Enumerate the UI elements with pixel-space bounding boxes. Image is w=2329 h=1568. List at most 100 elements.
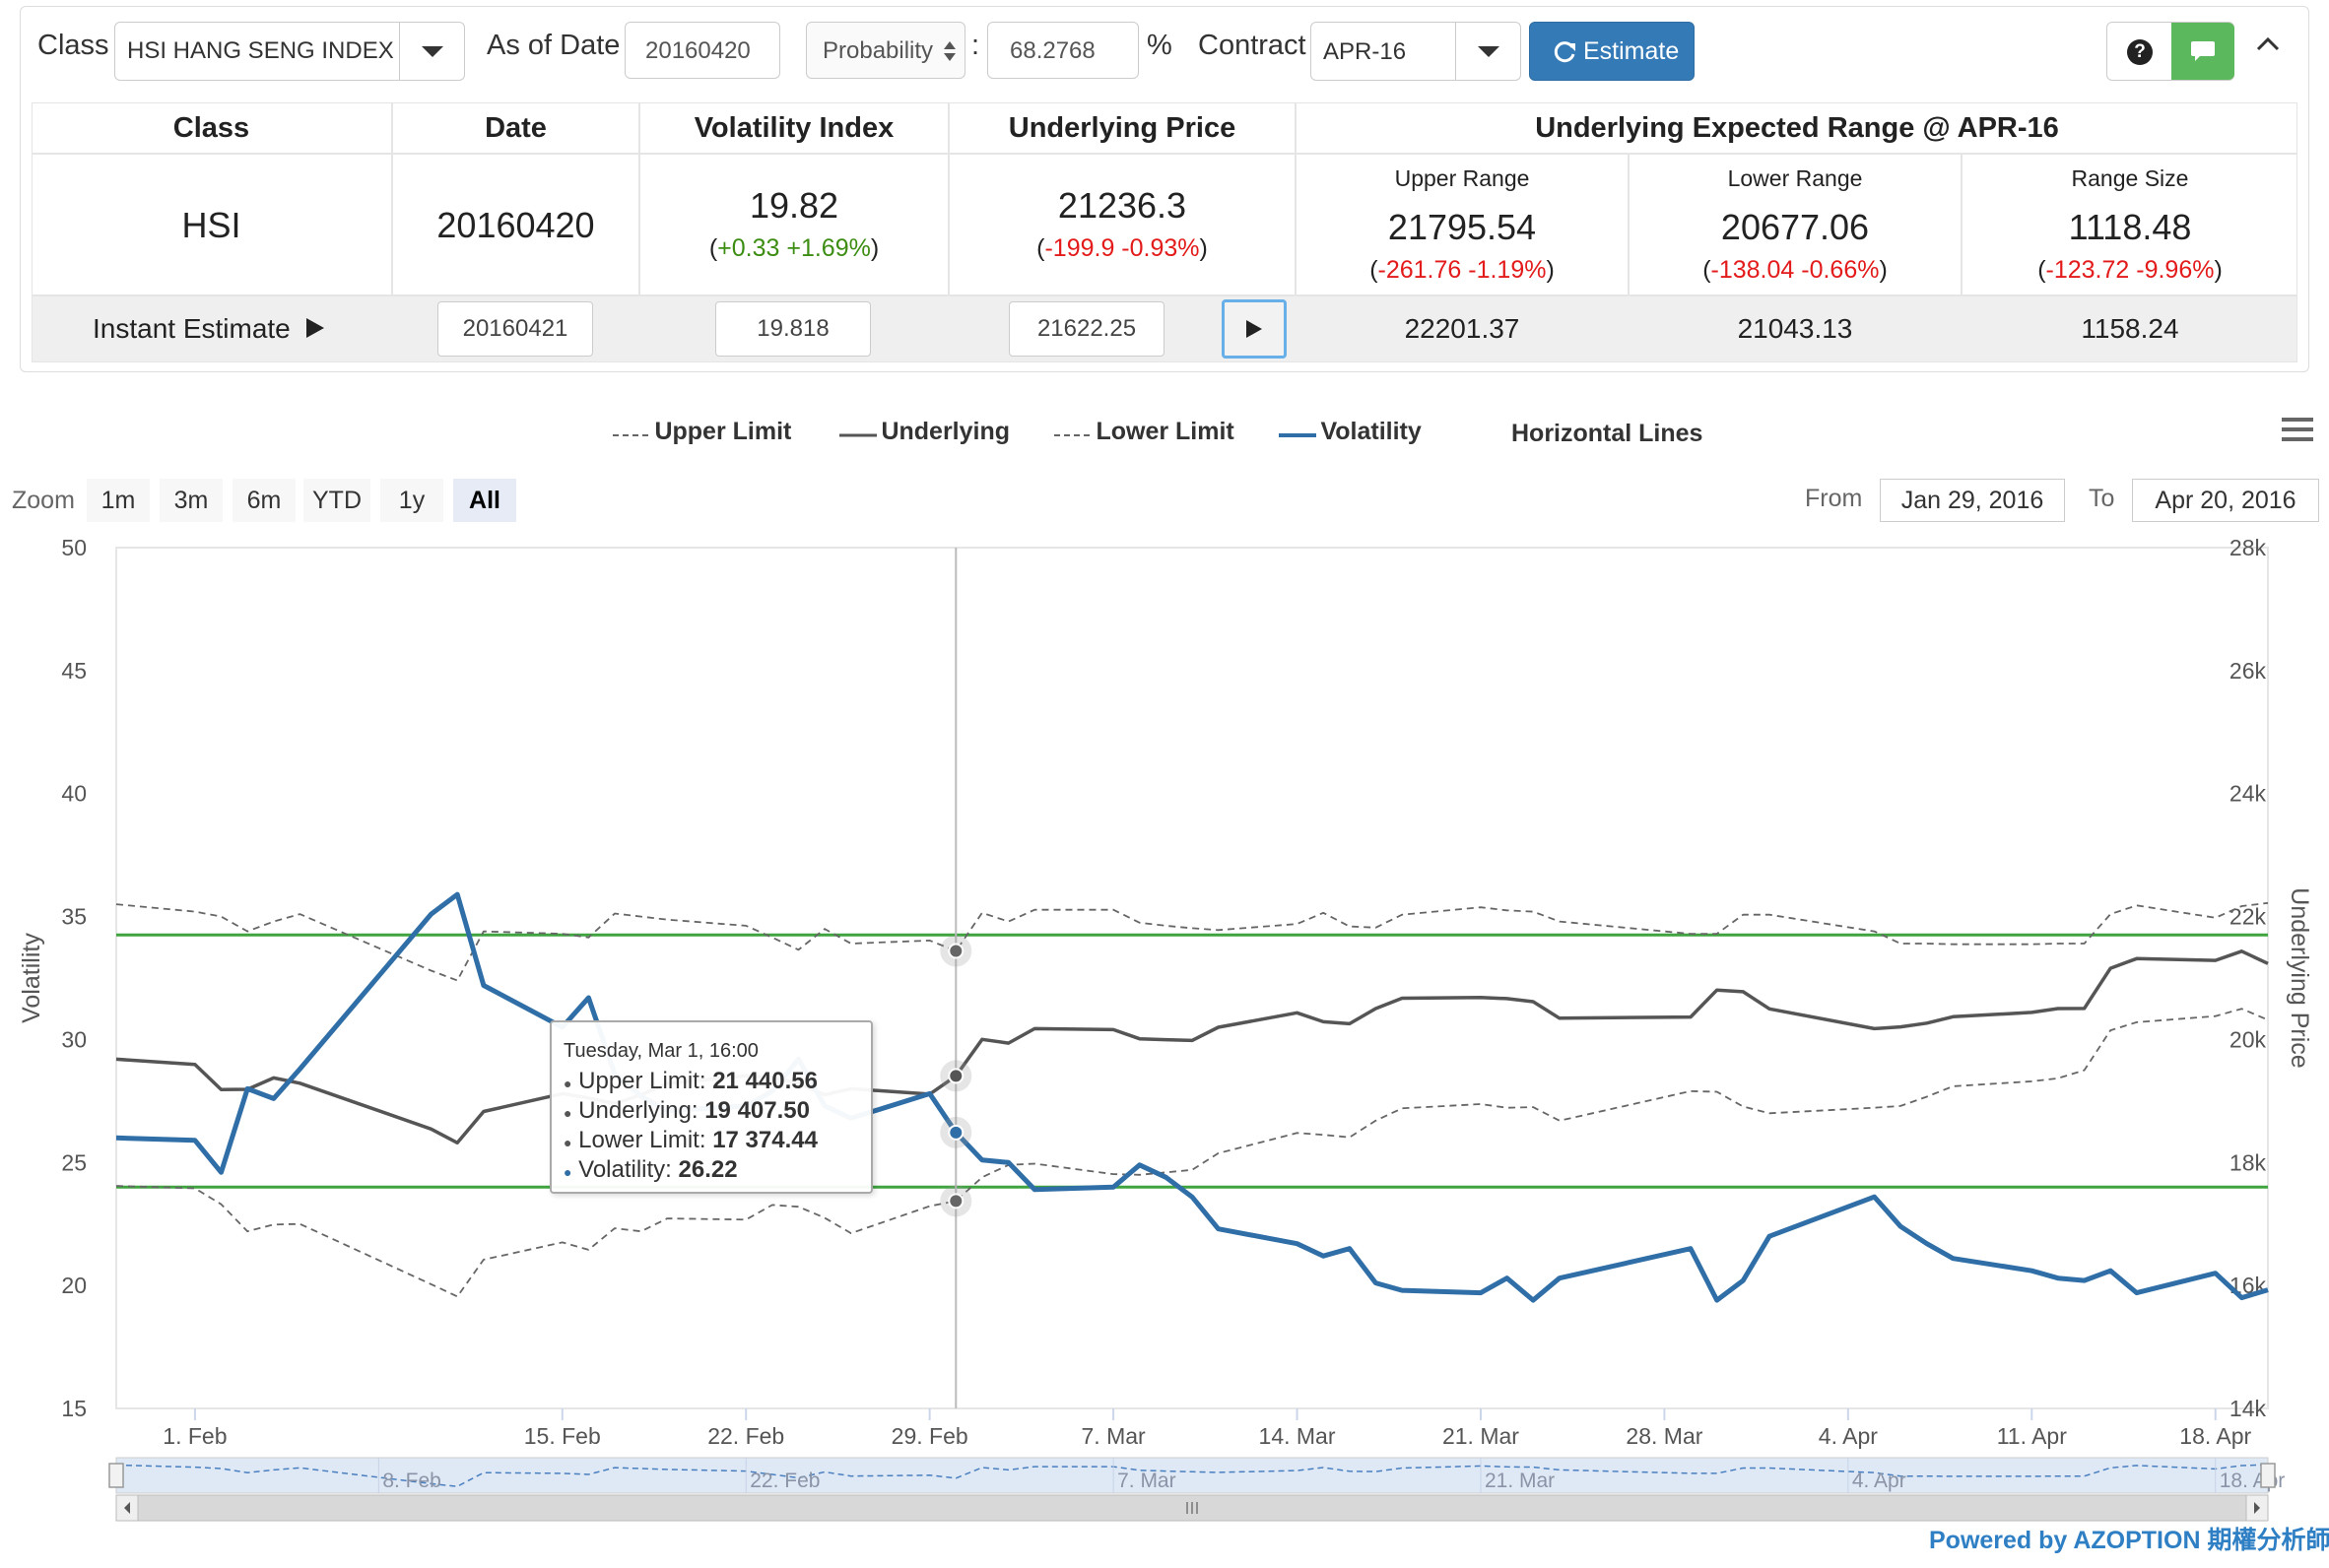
probability-value: 68.2768: [1010, 37, 1096, 64]
tooltip-row-lower: ● Lower Limit: 17 374.44: [564, 1127, 818, 1153]
y-left-tick-label: 20: [61, 1273, 87, 1298]
chat-button[interactable]: [2171, 23, 2234, 80]
caret-down-icon: [422, 46, 443, 57]
range-size-value: 1118.48: [2068, 207, 2192, 247]
to-label: To: [2089, 485, 2115, 512]
x-tick-label: 11. Apr: [1997, 1423, 2068, 1449]
help-button[interactable]: ?: [2108, 24, 2171, 79]
col-header-underlying: Underlying Price: [1008, 112, 1236, 144]
zoom-1y-button[interactable]: 1y: [380, 479, 443, 522]
class-select[interactable]: HSI HANG SENG INDEX: [114, 22, 465, 81]
volatility-value: 19.82: [749, 185, 839, 226]
table-divider: [32, 153, 2297, 155]
instant-lower-range: 21043.13: [1737, 313, 1853, 344]
estimate-button[interactable]: Estimate: [1529, 22, 1695, 81]
hover-marker: [948, 1068, 965, 1084]
y-right-tick-label: 26k: [2229, 658, 2267, 684]
date-cell: 20160420: [436, 205, 595, 245]
table-divider: [32, 294, 2297, 296]
class-dropdown-button[interactable]: [399, 23, 465, 80]
instant-volatility-input[interactable]: 19.818: [715, 301, 871, 357]
y-left-tick-label: 35: [61, 904, 87, 930]
caret-down-icon: [1478, 46, 1499, 57]
legend-horizontal-lines[interactable]: Horizontal Lines: [1511, 420, 1702, 448]
powered-by-footer[interactable]: Powered by AZOPTION 期權分析師: [1929, 1521, 2329, 1556]
upper-range-change: (-261.76 -1.19%): [1369, 256, 1555, 284]
speech-bubble-icon: [2191, 41, 2215, 61]
menu-icon[interactable]: [2280, 416, 2315, 443]
as-of-date-value: 20160420: [645, 37, 751, 64]
to-date-input[interactable]: Apr 20, 2016: [2132, 479, 2319, 522]
probability-input[interactable]: 68.2768: [987, 22, 1139, 79]
percent-label: %: [1147, 30, 1172, 61]
zoom-ytd-button[interactable]: YTD: [303, 479, 370, 522]
x-tick-label: 4. Apr: [1819, 1423, 1878, 1449]
hover-marker: [948, 1193, 965, 1209]
x-tick-label: 7. Mar: [1082, 1423, 1147, 1449]
as-of-date-input[interactable]: 20160420: [625, 22, 780, 79]
instant-estimate-label: Instant Estimate: [93, 313, 326, 345]
zoom-all-button[interactable]: All: [453, 479, 516, 522]
navigator-handle: [108, 1463, 124, 1488]
instant-estimate-run-button[interactable]: [1222, 299, 1287, 359]
lower-range-change: (-138.04 -0.66%): [1702, 256, 1888, 284]
x-tick-label: 14. Mar: [1259, 1423, 1336, 1449]
navigator-tick-label: 4. Apr: [1852, 1470, 1906, 1492]
y-right-tick-label: 24k: [2229, 781, 2267, 807]
legend-upper-limit[interactable]: Upper Limit: [613, 418, 791, 446]
probability-select[interactable]: Probability: [806, 22, 965, 79]
legend-lower-limit[interactable]: Lower Limit: [1054, 418, 1234, 446]
volatility-chart[interactable]: 152025303540455014k16k18k20k22k24k26k28k…: [0, 532, 2329, 1527]
estimate-button-label: Estimate: [1583, 37, 1680, 65]
legend-underlying[interactable]: Underlying: [839, 418, 1010, 446]
zoom-3m-button[interactable]: 3m: [160, 479, 223, 522]
range-size-label: Range Size: [2071, 165, 2189, 191]
navigator-tick-label: 7. Mar: [1117, 1470, 1176, 1492]
as-of-date-label: As of Date: [487, 30, 621, 61]
dashed-line-icon: [613, 433, 650, 436]
tooltip-row-volatility: ● Volatility: 26.22: [564, 1156, 738, 1183]
range-size-change: (-123.72 -9.96%): [2037, 256, 2223, 284]
contract-dropdown-button[interactable]: [1455, 23, 1521, 80]
volatility-change: (+0.33 +1.69%): [708, 234, 880, 262]
y-left-tick-label: 15: [61, 1396, 87, 1421]
y-right-tick-label: 28k: [2229, 535, 2267, 560]
tooltip-row-underlying: ● Underlying: 19 407.50: [564, 1097, 810, 1124]
class-label: Class: [37, 30, 109, 61]
contract-select-value: APR-16: [1323, 38, 1407, 65]
series-upper-limit: [115, 901, 2269, 982]
legend-volatility[interactable]: Volatility: [1279, 418, 1422, 446]
solid-line-icon: [839, 433, 877, 437]
x-tick-label: 1. Feb: [163, 1423, 227, 1449]
tooltip-row-upper: ● Upper Limit: 21 440.56: [564, 1068, 818, 1094]
from-label: From: [1805, 485, 1863, 512]
instant-date-input[interactable]: 20160421: [437, 301, 593, 357]
colon-separator: :: [971, 30, 980, 61]
chevron-up-icon[interactable]: [2256, 35, 2280, 51]
x-tick-label: 28. Mar: [1626, 1423, 1702, 1449]
y-right-tick-label: 14k: [2229, 1396, 2267, 1421]
plot-area: [115, 547, 2269, 1409]
zoom-1m-button[interactable]: 1m: [87, 479, 150, 522]
series-underlying: [115, 949, 2269, 1145]
col-header-volatility: Volatility Index: [694, 112, 895, 144]
hover-marker: [948, 943, 965, 959]
y-left-axis-title: Volatility: [18, 933, 45, 1023]
solid-line-icon: [1279, 432, 1316, 437]
class-select-value: HSI HANG SENG INDEX: [127, 37, 394, 64]
refresh-icon: [1554, 41, 1575, 63]
lower-range-value: 20677.06: [1720, 207, 1870, 247]
y-left-tick-label: 25: [61, 1149, 87, 1175]
series-volatility: [115, 891, 2269, 1303]
from-date-input[interactable]: Jan 29, 2016: [1880, 479, 2065, 522]
y-left-tick-label: 40: [61, 781, 87, 807]
lower-range-label: Lower Range: [1727, 165, 1863, 191]
contract-select[interactable]: APR-16: [1310, 22, 1521, 81]
col-header-expected-range: Underlying Expected Range @ APR-16: [1535, 112, 2059, 144]
zoom-6m-button[interactable]: 6m: [233, 479, 296, 522]
instant-range-size: 1158.24: [2081, 313, 2179, 344]
y-right-axis-title: Underlying Price: [2286, 887, 2313, 1068]
navigator-tick-label: 8. Feb: [382, 1470, 441, 1492]
instant-price-input[interactable]: 21622.25: [1009, 301, 1164, 357]
dashed-line-icon: [1054, 433, 1092, 436]
